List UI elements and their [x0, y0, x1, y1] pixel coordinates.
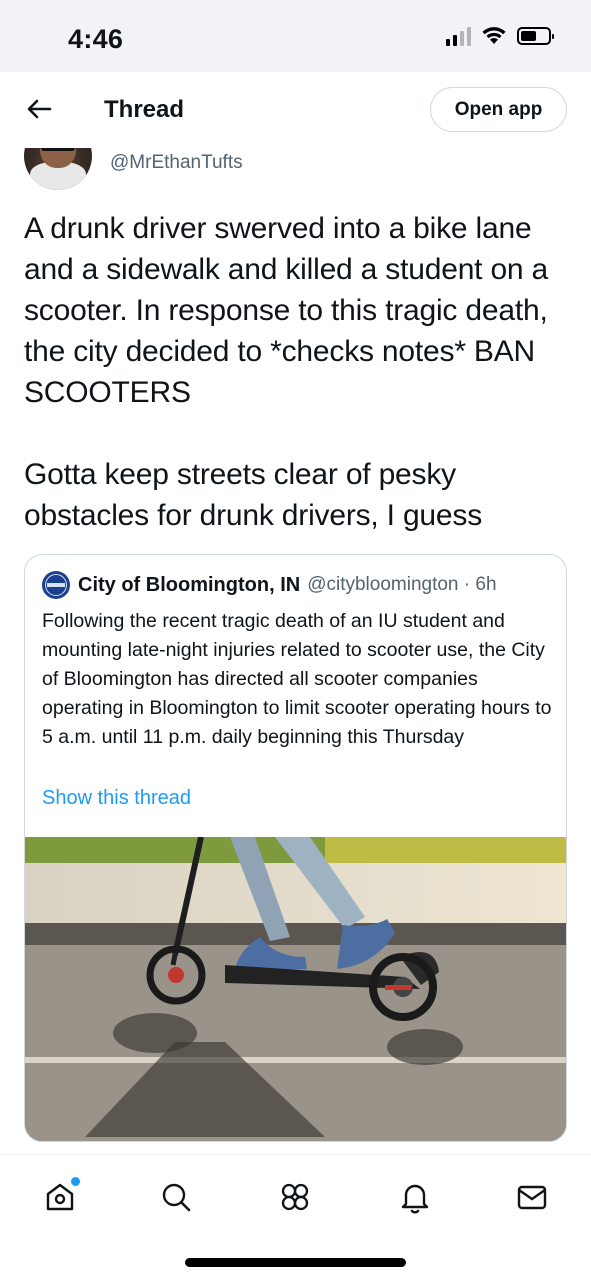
- back-arrow-icon[interactable]: [24, 94, 54, 124]
- wifi-icon: [482, 27, 506, 44]
- home-indicator[interactable]: [185, 1258, 406, 1267]
- quoted-tweet-card[interactable]: City of Bloomington, IN @citybloomington…: [24, 554, 567, 1142]
- scooter-photo[interactable]: [25, 837, 566, 1141]
- city-seal-avatar: [42, 571, 70, 599]
- nav-messages[interactable]: [510, 1175, 554, 1219]
- quoted-author-handle: @citybloomington · 6h: [307, 574, 497, 595]
- status-time: 4:46: [68, 24, 124, 54]
- tweet-author: @MrEthanTufts: [24, 148, 564, 190]
- communities-icon: [281, 1183, 309, 1211]
- nav-communities[interactable]: [273, 1175, 317, 1219]
- cellular-signal-icon: [446, 26, 471, 46]
- status-bar: 4:46: [0, 0, 591, 72]
- tweet-text: A drunk driver swerved into a bike lane …: [24, 212, 549, 532]
- nav-home[interactable]: [38, 1175, 82, 1219]
- thread-header: Thread Open app: [0, 72, 591, 148]
- nav-search[interactable]: [154, 1175, 198, 1219]
- messages-icon: [517, 1185, 547, 1210]
- search-icon: [162, 1183, 191, 1212]
- open-app-button[interactable]: Open app: [430, 87, 567, 132]
- nav-notifications[interactable]: [393, 1175, 437, 1219]
- notifications-icon: [401, 1184, 429, 1214]
- author-handle[interactable]: @MrEthanTufts: [110, 152, 243, 174]
- status-icons: [446, 26, 554, 46]
- avatar[interactable]: [24, 148, 92, 190]
- quoted-tweet-header: City of Bloomington, IN @citybloomington…: [42, 571, 497, 599]
- page-title: Thread: [104, 96, 185, 123]
- show-thread-link[interactable]: Show this thread: [42, 787, 191, 810]
- notification-dot: [71, 1177, 80, 1186]
- quoted-author-name: City of Bloomington, IN: [78, 573, 301, 596]
- battery-icon: [517, 27, 554, 45]
- quoted-tweet-text: Following the recent tragic death of an …: [42, 610, 552, 748]
